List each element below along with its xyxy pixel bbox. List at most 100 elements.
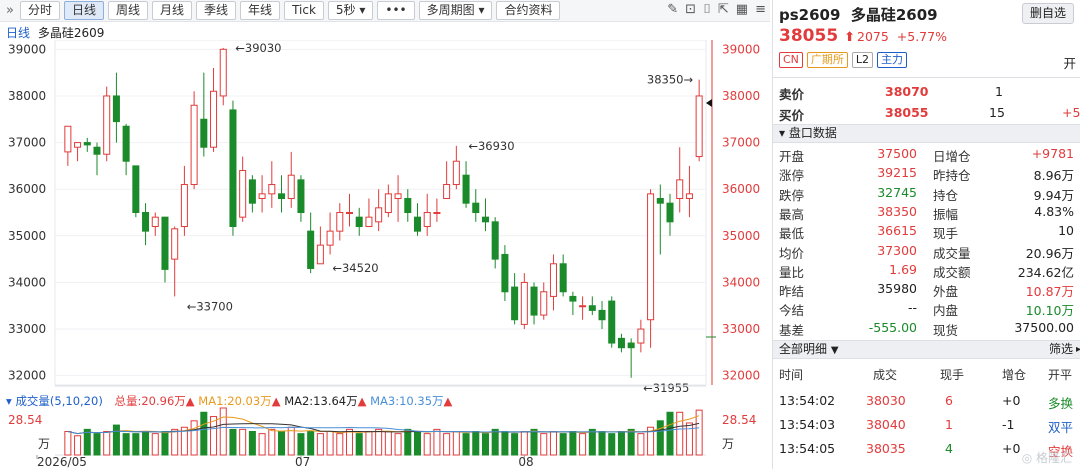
stat-value: 37500 <box>877 146 917 161</box>
volume-bar <box>394 433 402 456</box>
y-tick-left: 37000 <box>8 136 46 150</box>
candle-body <box>491 221 499 260</box>
volume-bar <box>462 433 470 456</box>
period-button-8[interactable]: ••• <box>377 1 415 20</box>
period-button-4[interactable]: 季线 <box>196 1 237 20</box>
candle-body <box>171 228 179 260</box>
candle-body <box>656 198 664 204</box>
more-icon[interactable]: ≡ <box>755 2 766 17</box>
y-tick-right: 33000 <box>722 322 760 336</box>
volume-bar <box>413 431 422 456</box>
price-annotation: ←39030 <box>235 41 281 55</box>
volume-bar <box>93 433 101 456</box>
candle-body <box>355 216 363 227</box>
candle-body <box>307 230 315 269</box>
stat-value: +9781 <box>1031 146 1074 161</box>
y-tick-right: 36000 <box>722 182 760 196</box>
stat-value: 37500.00 <box>1014 319 1074 335</box>
volume-bar <box>579 433 587 456</box>
period-button-2[interactable]: 周线 <box>108 1 149 20</box>
period-button-7[interactable]: 5秒 ▾ <box>327 1 374 20</box>
candle-body <box>239 170 247 218</box>
edit-icon[interactable]: ✎ <box>667 2 678 17</box>
stat-value: 35980 <box>877 281 917 297</box>
period-button-10[interactable]: 合约资料 <box>496 1 561 20</box>
volume-ma2: MA2:13.64万 <box>284 394 358 408</box>
price-annotation: ←31955 <box>643 381 689 395</box>
y-tick-left: 38000 <box>8 89 46 103</box>
grid-icon[interactable]: ▦ <box>736 2 748 17</box>
y-tick-left: 34000 <box>8 275 46 289</box>
volume-bar <box>103 431 111 456</box>
trade-cell: 38035 <box>866 441 906 456</box>
up-arrow-icon: ▲ <box>185 394 195 408</box>
candle-body <box>112 95 120 123</box>
volume-legend: ▾ 成交量(5,10,20) 总量:20.96万▲ MA1:20.03万▲ MA… <box>6 393 452 409</box>
volume-bar <box>569 431 577 456</box>
candle-body <box>326 230 334 246</box>
trades-header: 现手 <box>940 368 965 382</box>
x-tick-label: 08 <box>518 455 533 469</box>
volume-bar <box>588 428 596 456</box>
camera-icon[interactable]: ⌷ <box>703 2 711 17</box>
candle-body <box>423 212 431 227</box>
up-arrow-icon: ▲ <box>357 394 367 408</box>
stats-section-header[interactable]: ▾ 盘口数据 <box>773 124 1080 143</box>
stat-value: 38350 <box>877 203 917 219</box>
candle-body <box>617 337 625 349</box>
candle-body <box>336 212 344 232</box>
stat-label: 成交量 <box>933 245 971 261</box>
volume-bar <box>404 428 412 456</box>
export-icon[interactable]: ⇱ <box>718 2 729 17</box>
volume-bar <box>685 422 693 456</box>
collapse-icon[interactable]: » <box>6 3 14 18</box>
volume-bar <box>200 411 208 456</box>
stat-value: 1.69 <box>889 261 917 277</box>
stat-value: 20.96万 <box>1025 245 1074 261</box>
stat-label: 涨停 <box>779 168 805 184</box>
period-button-0[interactable]: 分时 <box>19 1 60 20</box>
trades-filter[interactable]: 筛选 <box>1049 341 1073 358</box>
volume-collapse-icon[interactable]: ▾ <box>6 394 12 408</box>
price-annotation: ←36930 <box>468 139 514 153</box>
trade-cell: 4 <box>945 441 953 456</box>
remove-watchlist-button[interactable]: 删自选 <box>1021 3 1074 24</box>
candle-body <box>64 125 72 153</box>
y-tick-right: 34000 <box>722 275 760 289</box>
candle-body <box>394 193 402 200</box>
volume-bar <box>307 431 315 456</box>
period-button-3[interactable]: 月线 <box>152 1 193 20</box>
volume-bar <box>501 431 509 456</box>
period-button-6[interactable]: Tick <box>284 1 324 20</box>
up-arrow-icon: ▲ <box>271 394 281 408</box>
volume-bar <box>676 411 684 456</box>
y-tick-right: 35000 <box>722 229 760 243</box>
candle-body <box>685 193 693 200</box>
candle-body <box>316 244 324 265</box>
volume-ma3: MA3:10.35万 <box>370 394 444 408</box>
candle-body <box>443 184 451 200</box>
stats-title: 盘口数据 <box>788 126 837 140</box>
volume-total: 总量:20.96万 <box>114 394 186 408</box>
drawing-icon[interactable]: ⊡ <box>685 2 696 17</box>
trades-section-header[interactable]: 全部明细 ▼ 筛选 ▸ <box>773 340 1080 359</box>
volume-bar <box>355 433 363 456</box>
candle-body <box>540 291 548 316</box>
stat-value: 10.87万 <box>1025 284 1074 300</box>
period-button-5[interactable]: 年线 <box>240 1 281 20</box>
volume-bar <box>278 431 286 456</box>
candle-body <box>520 281 528 325</box>
candle-body <box>676 179 684 200</box>
candle-body <box>83 142 91 146</box>
period-button-9[interactable]: 多周期图 ▾ <box>418 1 493 20</box>
stat-label: 今结 <box>779 303 805 319</box>
orderbook-section <box>773 77 1080 78</box>
volume-bar <box>365 431 373 456</box>
filter-arrow-icon: ▸ <box>1075 344 1080 355</box>
period-button-1[interactable]: 日线 <box>63 1 104 20</box>
volume-bar <box>598 431 606 456</box>
candle-body <box>93 146 101 155</box>
volume-bar <box>132 433 140 456</box>
volume-bar <box>472 431 480 456</box>
trade-cell: 13:54:03 <box>779 417 836 432</box>
